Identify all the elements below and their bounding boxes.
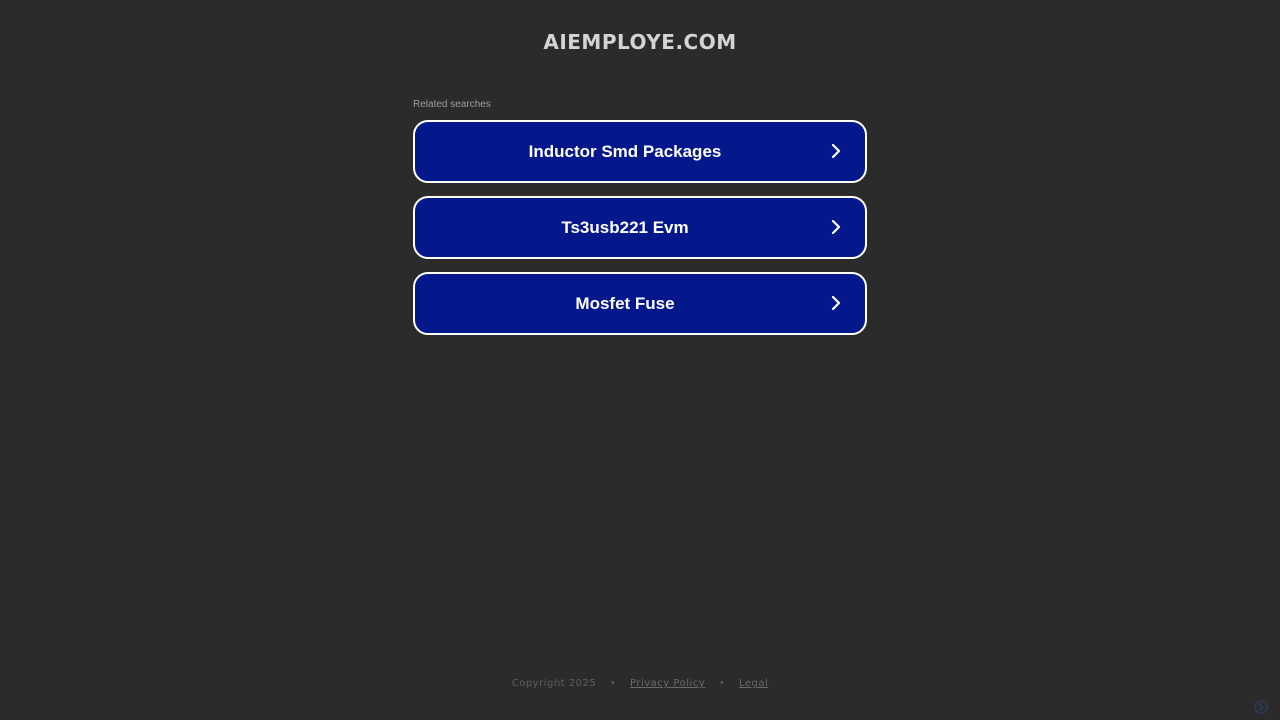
related-search-item[interactable]: Ts3usb221 Evm [413,196,867,259]
related-search-label: Inductor Smd Packages [528,142,722,161]
footer-separator: • [718,678,726,689]
chevron-right-icon [831,296,841,310]
corner-badge[interactable] [1254,700,1272,714]
related-search-label: Ts3usb221 Evm [561,218,689,237]
footer-separator: • [609,678,617,689]
copyright-text: Copyright 2025 [511,678,597,689]
brand-logo-icon [1254,700,1268,714]
legal-link[interactable]: Legal [739,678,768,689]
related-search-item[interactable]: Mosfet Fuse [413,272,867,335]
related-search-label: Mosfet Fuse [575,294,675,313]
domain-title: AIEMPLOYE.COM [543,30,737,54]
privacy-policy-link[interactable]: Privacy Policy [630,678,705,689]
footer: Copyright 2025 • Privacy Policy • Legal [0,678,1280,689]
related-search-item[interactable]: Inductor Smd Packages [413,120,867,183]
related-searches-label: Related searches [413,99,491,110]
parked-domain-page: AIEMPLOYE.COM Related searches Inductor … [0,0,1280,720]
chevron-right-icon [831,144,841,158]
related-searches-list: Inductor Smd Packages Ts3usb221 Evm Mosf… [413,120,867,348]
chevron-right-icon [831,220,841,234]
